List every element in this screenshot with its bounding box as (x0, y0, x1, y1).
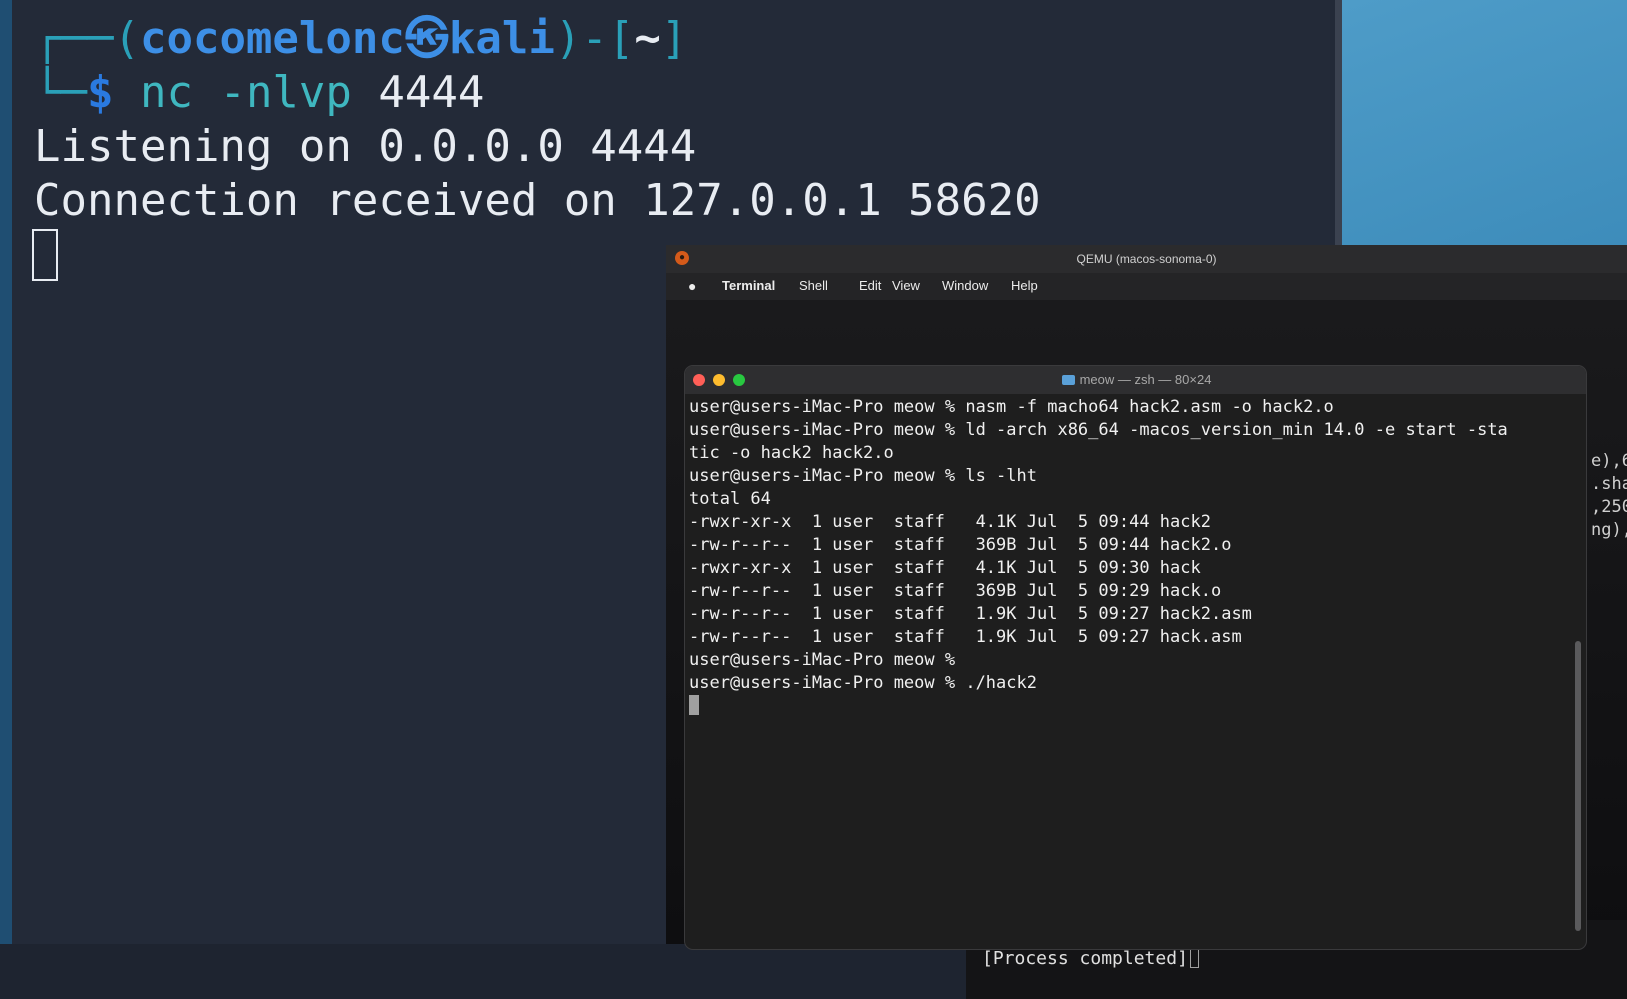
background-text-line: e),6 (1591, 451, 1627, 471)
terminal-cursor (689, 695, 699, 715)
background-text-line: ,250 (1591, 497, 1627, 517)
kali-output-line: Listening on 0.0.0.0 4444 (34, 121, 697, 172)
terminal-line: user@users-iMac-Pro meow % ls -lht (689, 466, 1037, 486)
menu-window[interactable]: Window (942, 278, 988, 293)
prompt-dir: ~ (634, 13, 661, 64)
process-status: [Process completed] (982, 948, 1199, 969)
terminal-line: -rwxr-xr-x 1 user staff 4.1K Jul 5 09:30… (689, 558, 1201, 578)
terminal-line: tic -o hack2 hack2.o (689, 443, 894, 463)
background-window-text: e),6 .sha ,250 ng), (1591, 450, 1627, 540)
terminal-line: -rw-r--r-- 1 user staff 369B Jul 5 09:44… (689, 535, 1232, 555)
terminal-title: meow — zsh — 80×24 (685, 372, 1586, 387)
menu-view[interactable]: View (892, 278, 920, 293)
menu-shell[interactable]: Shell (799, 278, 828, 293)
process-status-text: [Process completed] (982, 948, 1188, 969)
terminal-content[interactable]: user@users-iMac-Pro meow % nasm -f macho… (689, 396, 1569, 946)
prompt-mid: )-[ (554, 13, 635, 64)
kali-command-line: └─$ nc -nlvp 4444 (34, 66, 484, 120)
folder-icon (1061, 375, 1075, 385)
menu-terminal[interactable]: Terminal (722, 278, 775, 293)
process-cursor (1189, 948, 1199, 968)
terminal-line: total 64 (689, 489, 771, 509)
terminal-line: -rw-r--r-- 1 user staff 1.9K Jul 5 09:27… (689, 604, 1252, 624)
qemu-titlebar[interactable]: ● QEMU (macos-sonoma-0) (666, 245, 1627, 273)
terminal-line: user@users-iMac-Pro meow % nasm -f macho… (689, 397, 1334, 417)
kali-output-line: Connection received on 127.0.0.1 58620 (34, 175, 1041, 226)
prompt-host: kali (448, 13, 555, 64)
command-text: nc -nlvp (139, 67, 352, 118)
qemu-window[interactable]: ● QEMU (macos-sonoma-0) ● Terminal Shell… (666, 245, 1627, 999)
prompt-close: ] (660, 13, 688, 64)
terminal-line: -rwxr-xr-x 1 user staff 4.1K Jul 5 09:44… (689, 512, 1211, 532)
terminal-line: user@users-iMac-Pro meow % (689, 650, 956, 670)
terminal-scrollbar[interactable] (1575, 641, 1581, 931)
menu-help[interactable]: Help (1011, 278, 1038, 293)
terminal-titlebar[interactable]: meow — zsh — 80×24 (685, 366, 1586, 394)
kali-skull-icon: ㉿ (404, 13, 449, 64)
macos-desktop: e),6 .sha ,250 ng), [Process completed] … (666, 300, 1627, 999)
terminal-line: user@users-iMac-Pro meow % ld -arch x86_… (689, 420, 1508, 440)
command-arg: 4444 (378, 67, 485, 118)
qemu-title: QEMU (macos-sonoma-0) (1076, 252, 1217, 266)
terminal-line: -rw-r--r-- 1 user staff 1.9K Jul 5 09:27… (689, 627, 1242, 647)
prompt-corner: └─ (34, 67, 87, 118)
prompt-open: ┌──( (34, 13, 140, 64)
background-text-line: ng), (1591, 520, 1627, 540)
apple-icon[interactable]: ● (688, 278, 696, 294)
terminal-line: user@users-iMac-Pro meow % ./hack2 (689, 673, 1037, 693)
terminal-line: -rw-r--r-- 1 user staff 369B Jul 5 09:29… (689, 581, 1222, 601)
menu-edit[interactable]: Edit (859, 278, 881, 293)
kali-prompt-header: ┌──(cocomelonc㉿kali)-[~] (34, 12, 687, 66)
kali-cursor (32, 229, 58, 281)
background-text-line: .sha (1591, 474, 1627, 494)
macos-menubar: ● Terminal Shell Edit View Window Help (666, 273, 1627, 300)
terminal-title-text: meow — zsh — 80×24 (1079, 372, 1212, 387)
prompt-dollar: $ (86, 67, 114, 118)
macos-terminal-window[interactable]: meow — zsh — 80×24 user@users-iMac-Pro m… (684, 365, 1587, 950)
prompt-user: cocomelonc (139, 13, 405, 64)
